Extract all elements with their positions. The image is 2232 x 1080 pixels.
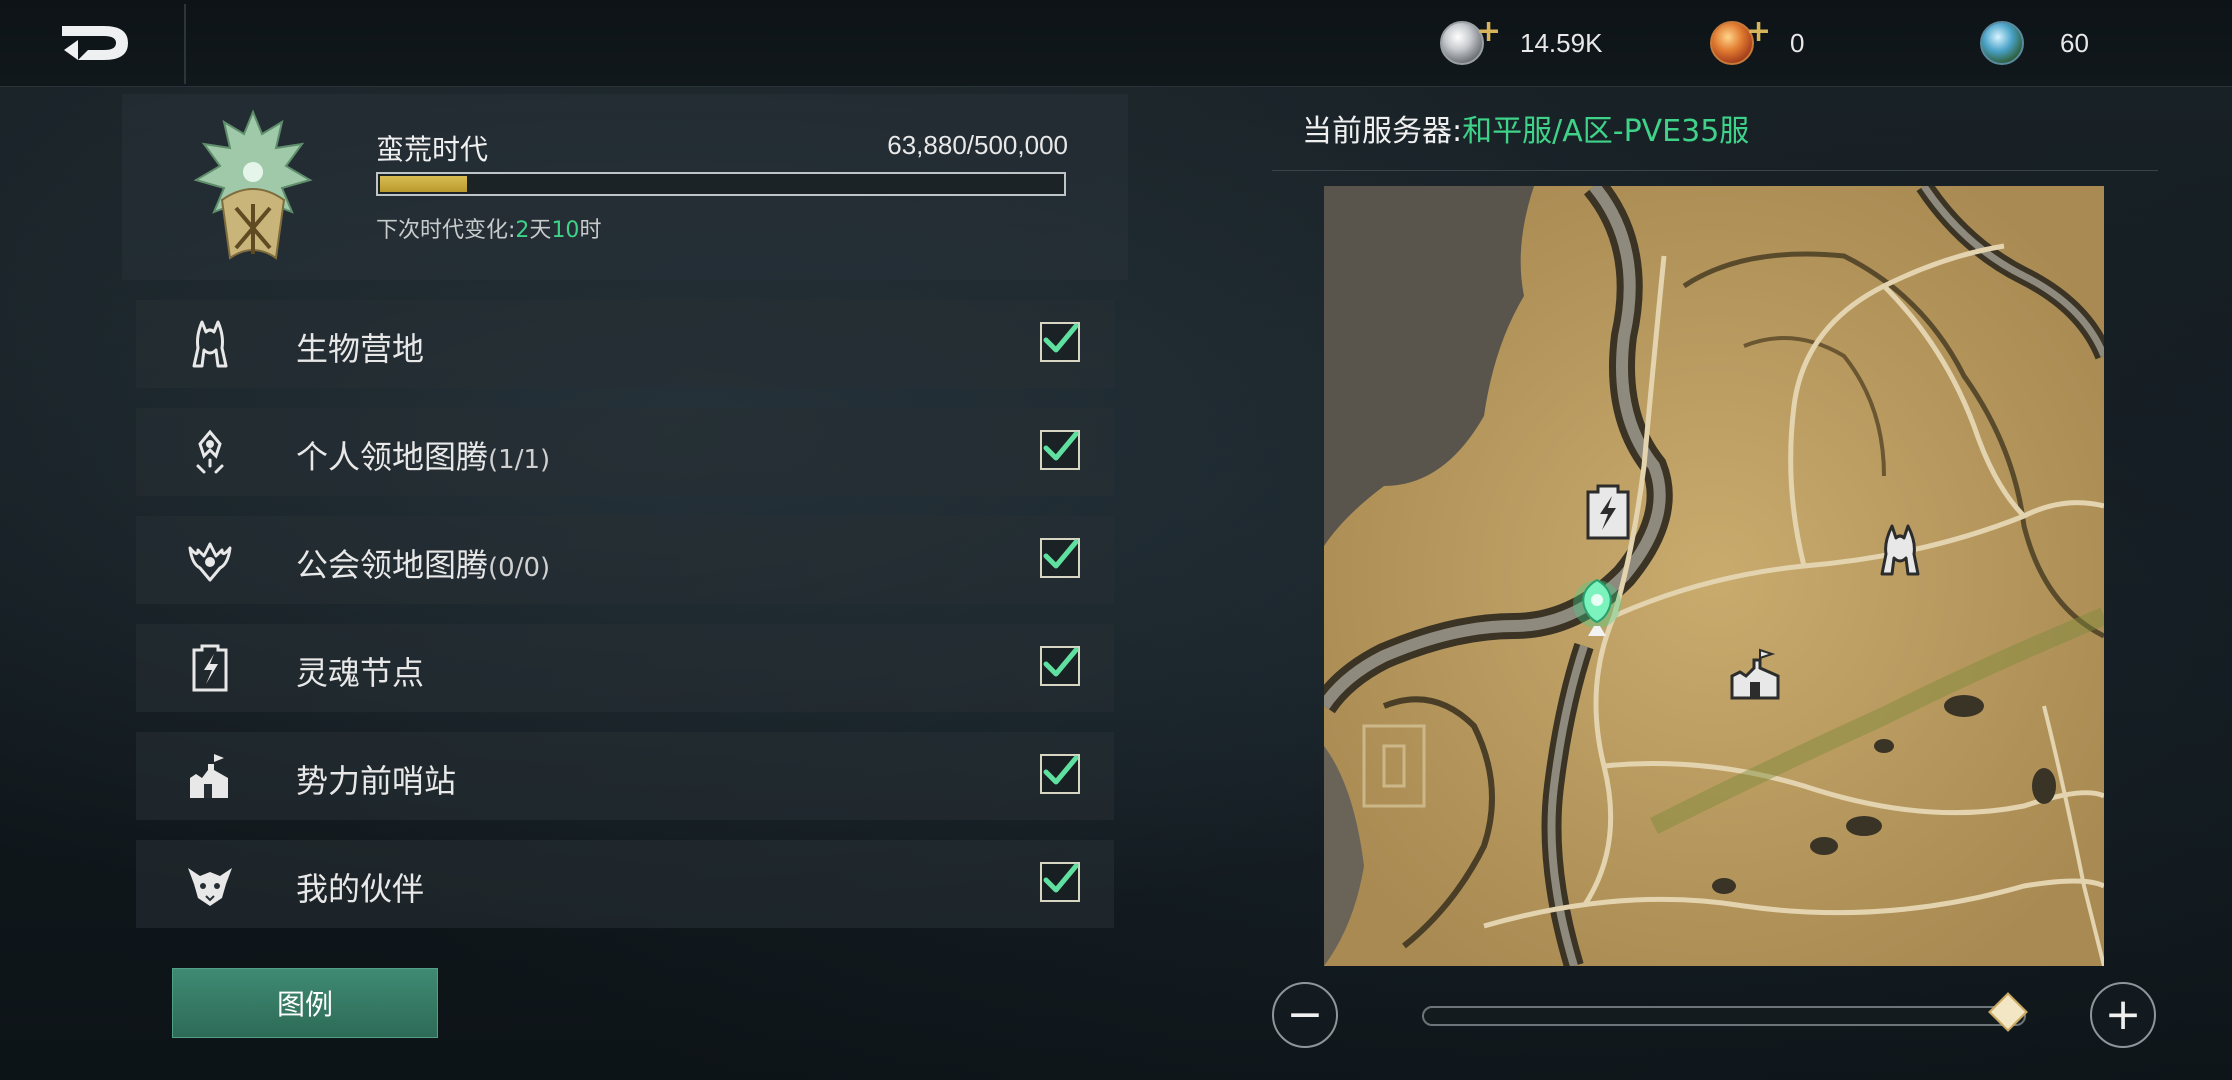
zoom-out-button[interactable]: − (1272, 982, 1338, 1048)
map-faction-outpost-icon[interactable] (1728, 646, 1784, 702)
add-silver-icon[interactable]: + (1476, 17, 1501, 47)
filter-label: 公会领地图腾(0/0) (296, 546, 551, 584)
server-label: 当前服务器: (1302, 114, 1463, 149)
filter-label: 灵魂节点 (296, 654, 425, 692)
silver-currency[interactable]: + 14.59K (1440, 16, 1602, 70)
add-copper-icon[interactable]: + (1746, 17, 1771, 47)
filter-checkbox[interactable] (1040, 754, 1080, 794)
next-era-change: 下次时代变化:2天10时 (376, 212, 601, 244)
era-panel: 蛮荒时代 63,880/500,000 下次时代变化:2天10时 (122, 94, 1128, 280)
player-location-icon (1573, 578, 1621, 636)
checkmark-icon (1043, 647, 1079, 677)
back-arrow-icon (62, 26, 128, 60)
game-map-screen: + 14.59K + 0 60 蛮荒时代 63,880/500,000 下次时代… (0, 0, 2232, 1080)
next-era-label: 下次时代变化: (376, 218, 516, 243)
map-creature-camp-icon[interactable] (1872, 522, 1928, 578)
zoom-slider-track[interactable] (1422, 1006, 2026, 1026)
personal-totem-icon (196, 429, 224, 474)
filter-label: 我的伙伴 (296, 870, 425, 908)
checkmark-icon (1043, 539, 1079, 569)
filter-row-soul-node[interactable]: 灵魂节点 (136, 624, 1114, 712)
world-map[interactable] (1324, 186, 2104, 966)
top-bar: + 14.59K + 0 60 (0, 0, 2232, 87)
era-progress-text: 63,880/500,000 (887, 130, 1068, 160)
next-era-hour-unit: 时 (579, 218, 602, 243)
next-era-hours: 10 (551, 218, 580, 243)
topbar-divider (184, 4, 186, 84)
crystal-orb-icon (1980, 21, 2024, 65)
filter-row-personal-totem[interactable]: 个人领地图腾(1/1) (136, 408, 1114, 496)
crystal-amount: 60 (2060, 27, 2089, 58)
era-emblem-icon (193, 109, 313, 260)
filter-checkbox[interactable] (1040, 538, 1080, 578)
copper-amount: 0 (1790, 27, 1805, 58)
checkmark-icon (1043, 863, 1079, 893)
checkmark-icon (1043, 755, 1079, 785)
server-divider (1272, 170, 2158, 171)
crystal-currency: 60 (1980, 16, 2089, 70)
creature-camp-icon (192, 320, 228, 368)
current-server: 当前服务器:和平服/A区-PVE35服 (1302, 106, 1749, 150)
filter-label: 势力前哨站 (296, 762, 457, 800)
faction-outpost-icon (190, 754, 228, 798)
back-button[interactable] (40, 10, 150, 76)
map-terrain (1324, 186, 2104, 966)
filter-checkbox[interactable] (1040, 322, 1080, 362)
companion-icon (188, 868, 232, 906)
soul-node-icon (192, 644, 228, 692)
server-name: 和平服/A区-PVE35服 (1462, 114, 1750, 149)
next-era-day-unit: 天 (529, 218, 552, 243)
next-era-days: 2 (515, 218, 530, 243)
filter-row-companion[interactable]: 我的伙伴 (136, 840, 1114, 928)
map-soul-node-icon[interactable] (1580, 484, 1636, 540)
filter-label: 个人领地图腾(1/1) (296, 438, 551, 476)
silver-coin-icon: + (1440, 17, 1501, 65)
era-progress-bar (376, 172, 1066, 196)
copper-currency[interactable]: + 0 (1710, 16, 1804, 70)
filter-row-guild-totem[interactable]: 公会领地图腾(0/0) (136, 516, 1114, 604)
checkmark-icon (1043, 431, 1079, 461)
filter-checkbox[interactable] (1040, 646, 1080, 686)
filter-checkbox[interactable] (1040, 430, 1080, 470)
copper-coin-icon: + (1710, 17, 1771, 65)
zoom-in-button[interactable]: + (2090, 982, 2156, 1048)
checkmark-icon (1043, 323, 1079, 353)
era-progress-fill (380, 176, 467, 192)
filter-checkbox[interactable] (1040, 862, 1080, 902)
legend-button[interactable]: 图例 (172, 968, 438, 1038)
filter-label: 生物营地 (296, 330, 425, 368)
filter-row-creature-camp[interactable]: 生物营地 (136, 300, 1114, 388)
map-filter-list: 生物营地 个人领地图腾(1/1) 公会领地图腾(0/0) 灵魂节点 势力前哨站 … (136, 300, 1114, 948)
silver-amount: 14.59K (1520, 27, 1603, 58)
filter-row-faction-outpost[interactable]: 势力前哨站 (136, 732, 1114, 820)
guild-totem-icon (188, 542, 232, 582)
era-name: 蛮荒时代 (376, 133, 489, 166)
